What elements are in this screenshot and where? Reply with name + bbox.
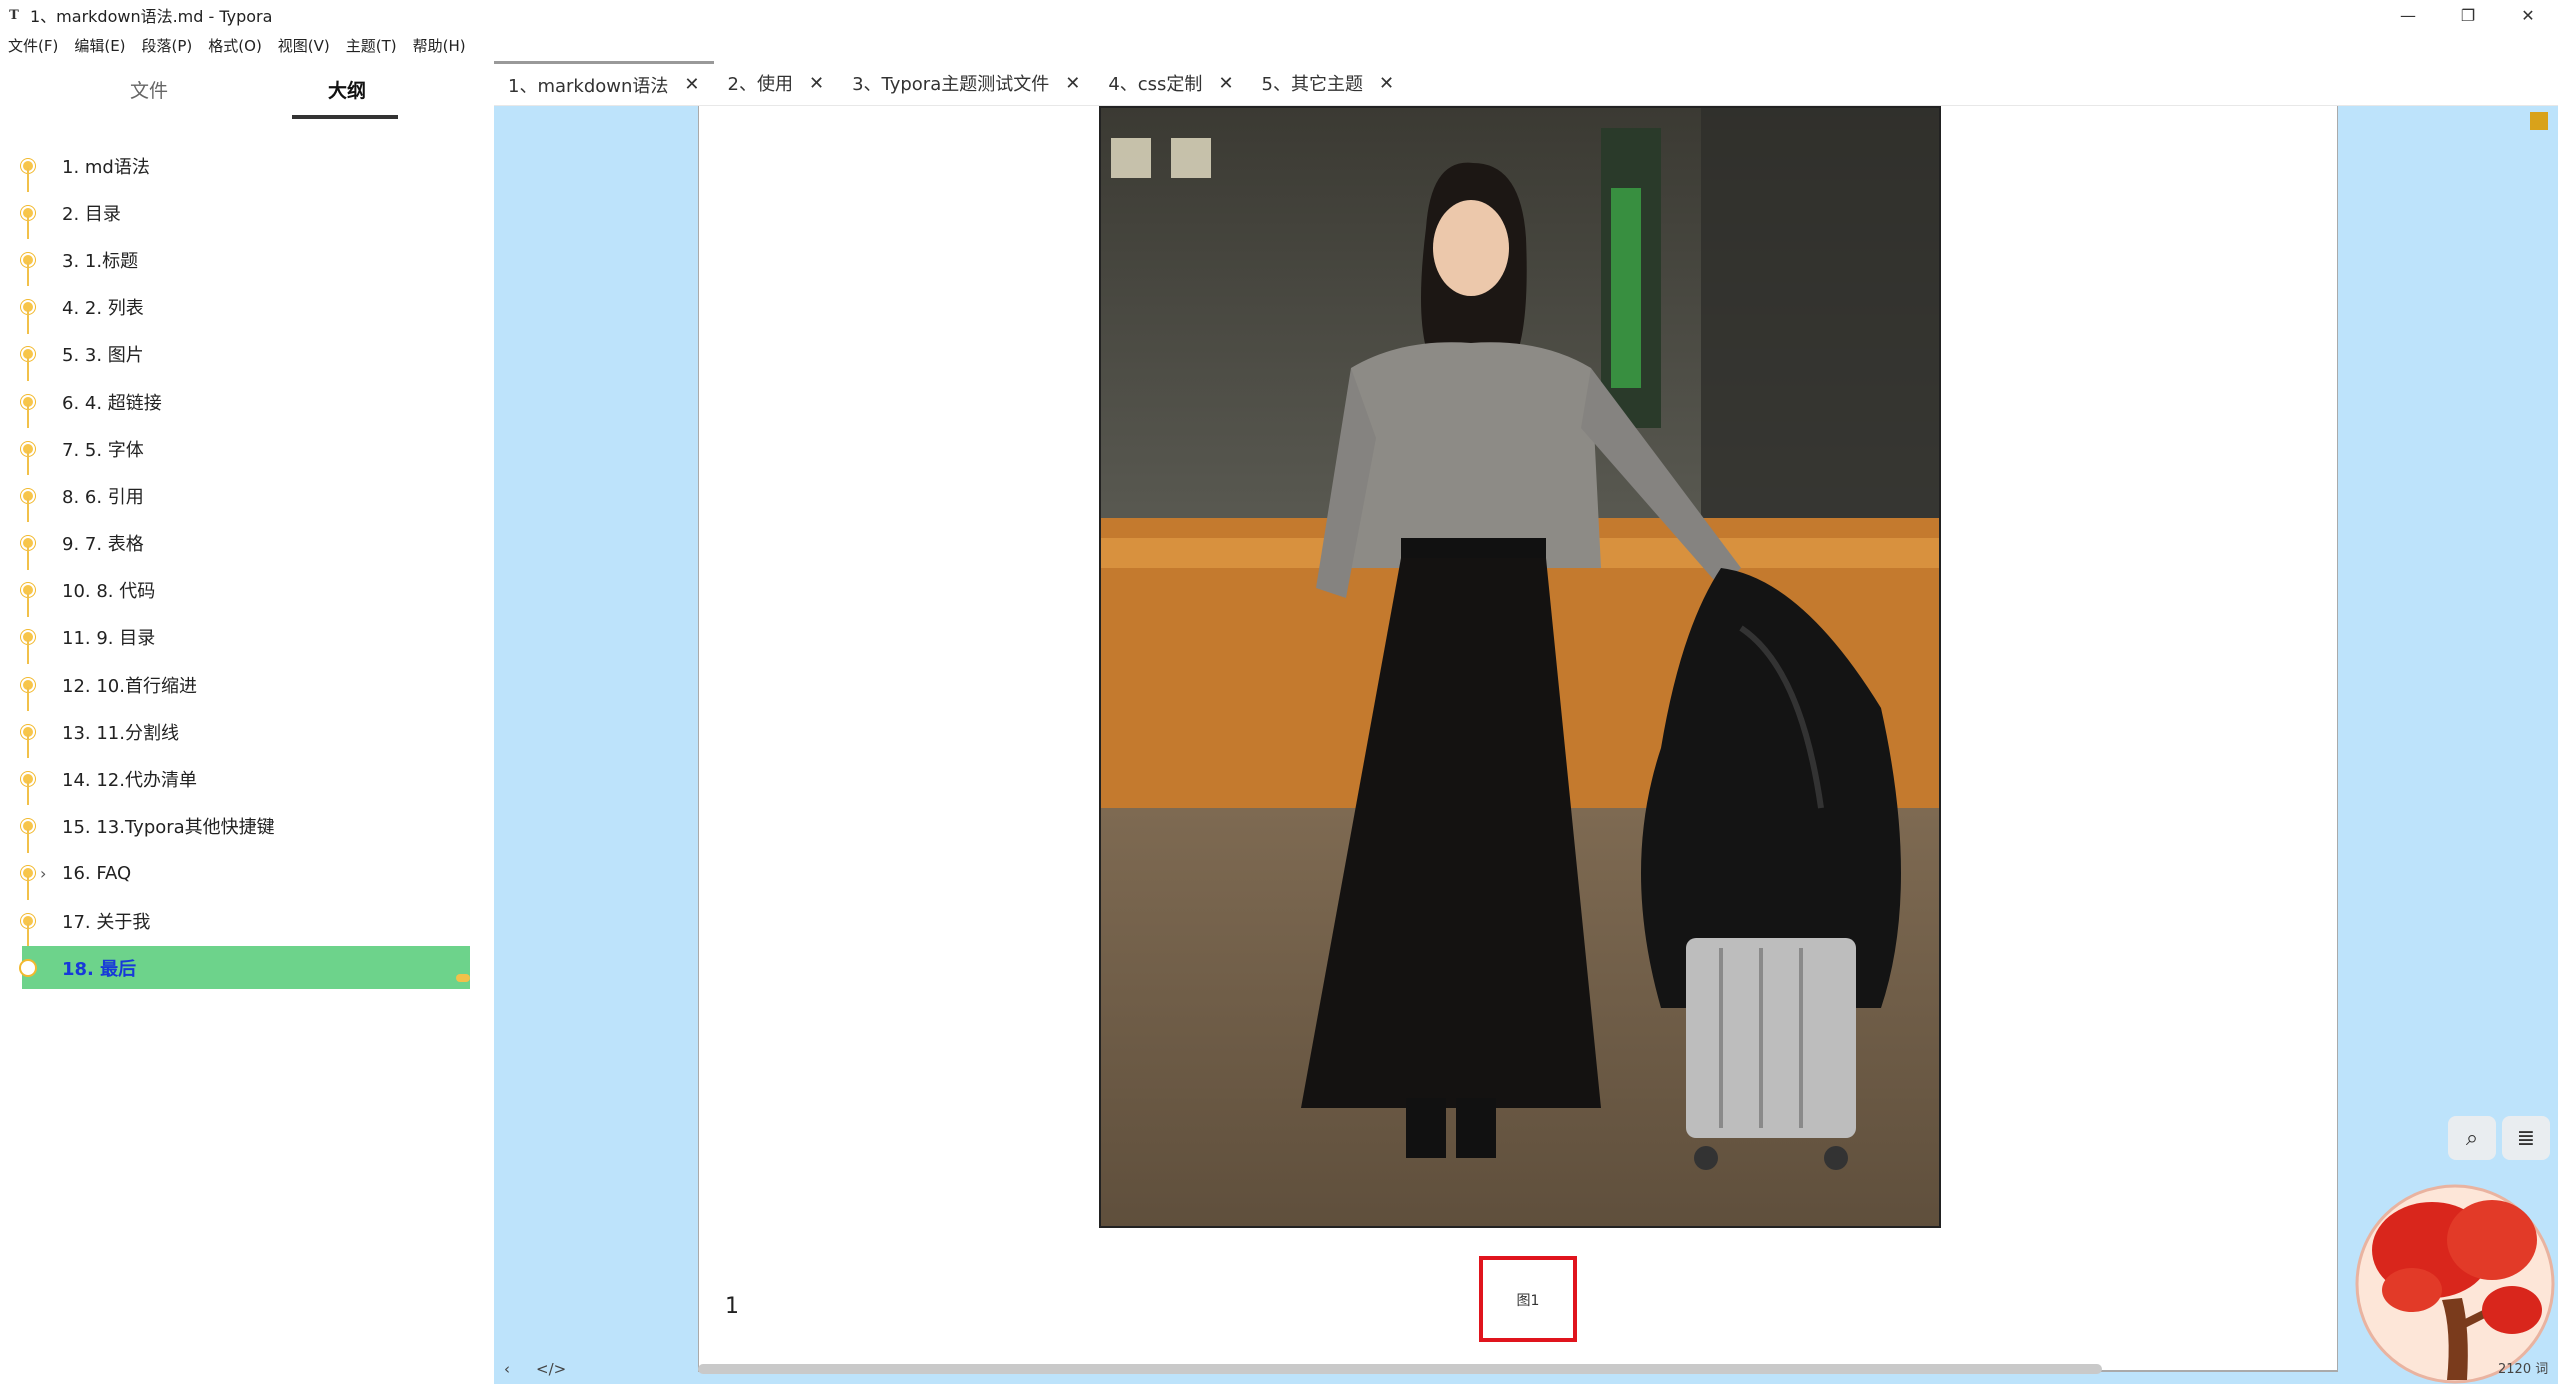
- menu-bar: 文件(F) 编辑(E) 段落(P) 格式(O) 视图(V) 主题(T) 帮助(H…: [0, 32, 482, 58]
- close-tab-icon[interactable]: ✕: [1379, 73, 1394, 94]
- outline-item[interactable]: 3. 1.标题: [0, 236, 494, 287]
- outline-item[interactable]: 15. 13.Typora其他快捷键: [0, 803, 494, 853]
- outline-item-label: 14. 12.代办清单: [62, 770, 197, 792]
- outline-item[interactable]: 5. 3. 图片: [0, 331, 494, 381]
- search-icon[interactable]: ⌕: [2448, 1116, 2496, 1160]
- active-item-marker: [456, 974, 470, 983]
- bottom-toolbar: ‹ </>: [504, 1360, 566, 1378]
- outline-item-label: 1. md语法: [62, 156, 150, 178]
- title-bar: T 1、markdown语法.md - Typora — ❐ ✕: [0, 0, 2558, 30]
- outline-item-label: 16. FAQ: [62, 862, 132, 884]
- toggle-sidebar-icon[interactable]: ‹: [504, 1360, 510, 1378]
- document-image[interactable]: [1099, 106, 1941, 1228]
- document-tab[interactable]: 2、使用 ✕: [714, 61, 839, 105]
- typora-window: T 1、markdown语法.md - Typora — ❐ ✕ 文件(F) 编…: [0, 0, 2558, 1384]
- outline-item-label: 18. 最后: [62, 958, 137, 980]
- typora-logo-icon: T: [9, 7, 19, 23]
- outline-item[interactable]: 8. 6. 引用: [0, 472, 494, 523]
- horizontal-scrollbar[interactable]: [698, 1364, 2102, 1374]
- document-tab-label: 4、css定制: [1108, 74, 1203, 95]
- sidebar-tabs: 文件 大纲: [0, 62, 494, 124]
- document-tab-label: 5、其它主题: [1261, 74, 1363, 95]
- expand-chevron-icon[interactable]: ›: [40, 864, 46, 883]
- photo-illustration: [1101, 108, 1939, 1226]
- source-mode-icon[interactable]: </>: [536, 1360, 566, 1378]
- image-caption: 图1: [1516, 1293, 1540, 1309]
- outline-item-label: 11. 9. 目录: [62, 628, 156, 650]
- close-tab-icon[interactable]: ✕: [684, 74, 699, 95]
- menu-paragraph[interactable]: 段落(P): [142, 35, 193, 56]
- toc-list-icon[interactable]: ≣: [2502, 1116, 2550, 1160]
- document-tab[interactable]: 5、其它主题 ✕: [1248, 61, 1409, 105]
- tab-outline[interactable]: 大纲: [328, 76, 366, 103]
- outline-item-label: 17. 关于我: [62, 911, 151, 933]
- outline-item-label: 4. 2. 列表: [62, 298, 144, 320]
- menu-help[interactable]: 帮助(H): [413, 35, 466, 56]
- outline-item[interactable]: 14. 12.代办清单: [0, 755, 494, 806]
- outline-item[interactable]: 10. 8. 代码: [0, 567, 494, 617]
- outline-item[interactable]: 12. 10.首行缩进: [0, 661, 494, 712]
- outline-item[interactable]: 11. 9. 目录: [0, 614, 494, 664]
- outline-item[interactable]: 7. 5. 字体: [0, 425, 494, 476]
- outline-item[interactable]: 18. 最后: [0, 944, 494, 991]
- outline-item[interactable]: 1. md语法: [0, 142, 494, 192]
- outline-item-label: 5. 3. 图片: [62, 345, 144, 367]
- document-tab[interactable]: 3、Typora主题测试文件 ✕: [838, 61, 1094, 105]
- outline-item[interactable]: 17. 关于我: [0, 897, 494, 947]
- outline-item[interactable]: 2. 目录: [0, 189, 494, 240]
- editor-area: 1、markdown语法 ✕ 2、使用 ✕ 3、Typora主题测试文件 ✕ 4、css定制…: [494, 61, 2558, 1384]
- tree-mascot-widget[interactable]: [2352, 1180, 2558, 1384]
- tab-files[interactable]: 文件: [130, 76, 168, 103]
- outline-item-label: 3. 1.标题: [62, 250, 139, 272]
- window-title: 1、markdown语法.md - Typora: [30, 7, 273, 26]
- outline-bullet-icon: [21, 960, 35, 975]
- document-tab-label: 1、markdown语法: [508, 75, 669, 97]
- document-tab[interactable]: 4、css定制 ✕: [1094, 61, 1247, 105]
- close-window-button[interactable]: ✕: [2498, 0, 2558, 30]
- minimize-button[interactable]: —: [2378, 0, 2438, 30]
- document-tab-label: 2、使用: [727, 74, 793, 95]
- tree-mascot-icon: [2355, 1184, 2555, 1384]
- document-tab-bar: 1、markdown语法 ✕ 2、使用 ✕ 3、Typora主题测试文件 ✕ 4、css定制…: [494, 61, 2558, 106]
- outline-item-label: 9. 7. 表格: [62, 534, 144, 556]
- document-paragraph[interactable]: 1: [725, 1294, 739, 1319]
- menu-format[interactable]: 格式(O): [208, 35, 262, 56]
- outline-item-label: 10. 8. 代码: [62, 581, 156, 603]
- document-page[interactable]: 图1 1: [698, 106, 2338, 1372]
- menu-view[interactable]: 视图(V): [278, 35, 330, 56]
- menu-file[interactable]: 文件(F): [8, 35, 58, 56]
- restore-button[interactable]: ❐: [2438, 0, 2498, 30]
- word-count[interactable]: 2120 词: [2498, 1358, 2548, 1377]
- outline-item[interactable]: 4. 2. 列表: [0, 284, 494, 334]
- outline-item[interactable]: 6. 4. 超链接: [0, 378, 494, 428]
- active-tab-indicator: [292, 115, 398, 119]
- close-tab-icon[interactable]: ✕: [1065, 73, 1080, 94]
- image-caption-highlight: 图1: [1479, 1256, 1577, 1342]
- menu-edit[interactable]: 编辑(E): [74, 35, 125, 56]
- outline-item-label: 7. 5. 字体: [62, 439, 144, 461]
- outline-list: 1. md语法 2. 目录 3. 1.标题 4. 2. 列表 5. 3. 图片 6. 4.…: [0, 142, 494, 991]
- menu-theme[interactable]: 主题(T): [346, 35, 397, 56]
- outline-item[interactable]: 13. 11.分割线: [0, 708, 494, 759]
- scroll-position-marker: [2530, 112, 2548, 130]
- outline-item-label: 15. 13.Typora其他快捷键: [62, 817, 275, 839]
- document-tab[interactable]: 1、markdown语法 ✕: [494, 61, 714, 105]
- outline-item-label: 8. 6. 引用: [62, 486, 144, 508]
- window-controls: — ❐ ✕: [2378, 0, 2558, 30]
- close-tab-icon[interactable]: ✕: [809, 73, 824, 94]
- outline-item-label: 13. 11.分割线: [62, 722, 179, 744]
- outline-item[interactable]: 9. 7. 表格: [0, 520, 494, 570]
- document-tab-label: 3、Typora主题测试文件: [852, 74, 1050, 95]
- sidebar: 文件 大纲 1. md语法 2. 目录 3. 1.标题 4. 2. 列表 5. 3. 图…: [0, 62, 494, 1384]
- close-tab-icon[interactable]: ✕: [1218, 73, 1233, 94]
- outline-item-label: 2. 目录: [62, 203, 121, 225]
- outline-item[interactable]: › 16. FAQ: [0, 850, 494, 900]
- outline-item-label: 12. 10.首行缩进: [62, 675, 197, 697]
- outline-item-label: 6. 4. 超链接: [62, 392, 162, 414]
